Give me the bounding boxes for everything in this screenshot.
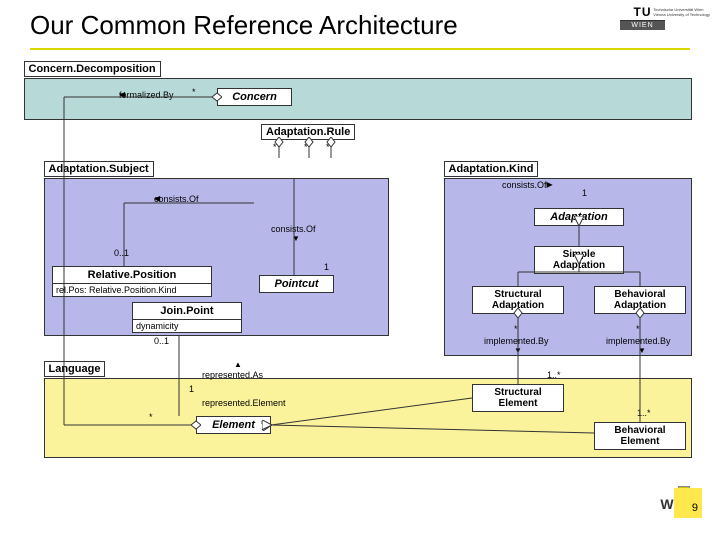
triangle-left-icon: ◀ bbox=[154, 194, 160, 203]
class-pointcut: Pointcut bbox=[259, 275, 334, 293]
label-consistsof: consists.Of ▶ bbox=[502, 180, 547, 190]
class-structural-element: Structural Element bbox=[472, 384, 564, 412]
pkg-tab-concern: Concern.Decomposition bbox=[24, 61, 161, 77]
triangle-down-icon: ▼ bbox=[292, 234, 300, 243]
page-number: 9 bbox=[674, 488, 702, 518]
mult-zero-one: 0..1 bbox=[114, 248, 129, 258]
triangle-left-icon: ◀ bbox=[119, 90, 125, 99]
mult-star: * bbox=[326, 142, 330, 152]
mult-star: * bbox=[304, 142, 308, 152]
triangle-down-icon: ▼ bbox=[514, 346, 522, 355]
mult-one: 1 bbox=[324, 262, 329, 272]
mult-star: * bbox=[636, 324, 640, 334]
triangle-right-icon: ▶ bbox=[547, 180, 553, 189]
label-representedelement: represented.Element bbox=[202, 398, 286, 408]
class-relative-position: Relative.Position rel.Pos: Relative.Posi… bbox=[52, 266, 212, 297]
mult-star: * bbox=[192, 87, 196, 97]
mult-star: * bbox=[514, 324, 518, 334]
mult-one-star: 1..* bbox=[547, 370, 561, 380]
class-join-point: Join.Point dynamicity bbox=[132, 302, 242, 333]
label-formalizedby: ◀ formalized.By bbox=[119, 90, 174, 100]
class-adaptation: Adaptation bbox=[534, 208, 624, 226]
class-element: Element bbox=[196, 416, 271, 434]
triangle-down-icon: ▼ bbox=[638, 346, 646, 355]
class-structural-adaptation: Structural Adaptation bbox=[472, 286, 564, 314]
mult-star: * bbox=[273, 142, 277, 152]
pkg-tab-adaptationrule: Adaptation.Rule bbox=[261, 124, 355, 140]
uml-diagram: Concern.Decomposition Concern ◀ formaliz… bbox=[24, 58, 694, 478]
logo-fulltext: Technische Universität Wien Vienna Unive… bbox=[653, 8, 710, 18]
mult-star: * bbox=[149, 412, 153, 422]
mult-one: 1 bbox=[189, 384, 194, 394]
page-title: Our Common Reference Architecture bbox=[30, 10, 458, 41]
mult-one: 1 bbox=[582, 188, 587, 198]
label-implementedby: implemented.By bbox=[606, 336, 671, 346]
label-consistsof: ◀ consists.Of bbox=[154, 194, 199, 204]
label-representedas: represented.As bbox=[202, 370, 263, 380]
mult-zero-one: 0..1 bbox=[154, 336, 169, 346]
title-underline bbox=[30, 48, 690, 50]
triangle-up-icon: ▲ bbox=[234, 360, 242, 369]
pkg-tab-language: Language bbox=[44, 361, 106, 377]
class-simple-adaptation: Simple Adaptation bbox=[534, 246, 624, 274]
class-behavioral-adaptation: Behavioral Adaptation bbox=[594, 286, 686, 314]
label-implementedby: implemented.By bbox=[484, 336, 549, 346]
class-concern: Concern bbox=[217, 88, 292, 106]
label-consistsof: consists.Of bbox=[271, 224, 316, 234]
logo-bottom: WIEN bbox=[620, 21, 665, 30]
mult-one-star: 1..* bbox=[637, 408, 651, 418]
pkg-tab-subject: Adaptation.Subject bbox=[44, 161, 154, 177]
class-behavioral-element: Behavioral Element bbox=[594, 422, 686, 450]
pkg-tab-kind: Adaptation.Kind bbox=[444, 161, 539, 177]
